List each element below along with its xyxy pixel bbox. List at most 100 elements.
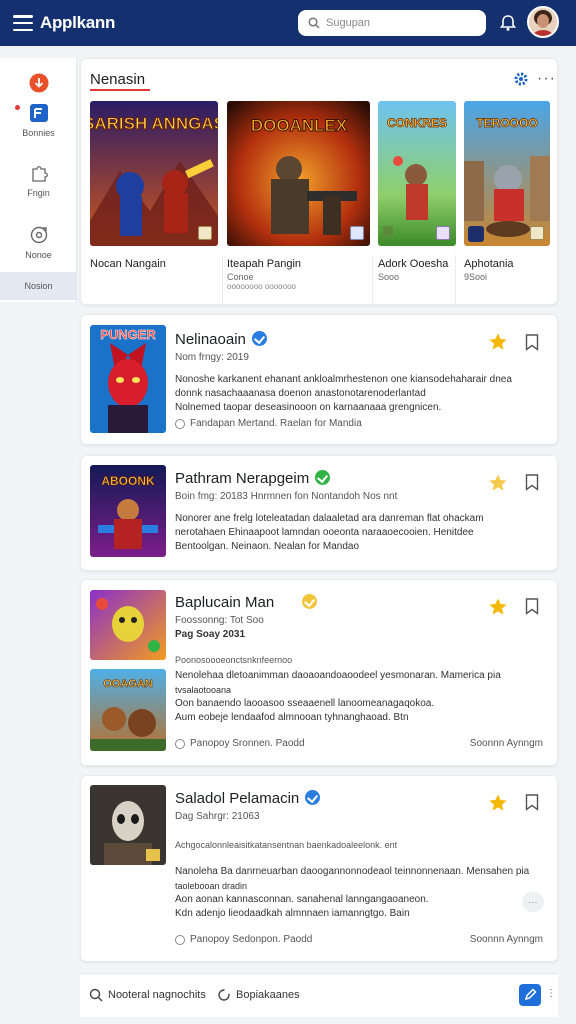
divider xyxy=(372,255,373,305)
rating-badge xyxy=(350,226,364,240)
featured-tile[interactable]: SARISH ANNGAS Nocan Nangain xyxy=(90,101,218,272)
game-cover: DOOANLEX xyxy=(227,101,370,246)
game-thumbnail: OOAGAN xyxy=(90,669,166,751)
game-cover: CONKRES xyxy=(378,101,456,246)
verified-icon xyxy=(315,470,331,485)
sidebar-item-bonnies[interactable]: Bonnies xyxy=(0,102,77,138)
desc-line: Nolnemed taopar deseasinooon on karnaana… xyxy=(175,402,442,413)
desc-line: Bentoolgan. Neinaon. Nealan for Mandao xyxy=(175,541,360,552)
desc-line: Nonorer ane frelg loteleatadan dalaaleta… xyxy=(175,513,484,524)
tile-subtitle-2: oooooooo ooooooo xyxy=(227,282,296,291)
game-card[interactable]: PUNGER Nelinaoain Nom frngy: 2019 Nonosh… xyxy=(80,314,558,445)
game-desc-heading: Poonosoooeonctsnknfeernoo xyxy=(175,655,293,665)
bookmark-icon[interactable] xyxy=(525,334,539,351)
platform-icon xyxy=(468,226,484,242)
game-card[interactable]: ABOONK Pathram Nerapgeim Boin fmg: 20183… xyxy=(80,455,558,571)
rating-badge xyxy=(436,226,450,240)
star-icon[interactable] xyxy=(488,597,508,617)
game-desc-heading: Achgocalonnleaisitkatansentnan baenkadoa… xyxy=(175,840,398,850)
star-icon[interactable] xyxy=(488,473,508,493)
bookmark-icon[interactable] xyxy=(525,598,539,615)
tile-title: Nocan Nangain xyxy=(90,258,166,270)
game-footer: Panopoy Sronnen. Paodd xyxy=(175,738,305,749)
notification-icon[interactable] xyxy=(499,14,517,32)
tile-title: Iteapah Pangin xyxy=(227,258,302,270)
star-icon[interactable] xyxy=(488,793,508,813)
puzzle-icon xyxy=(28,162,50,184)
location-icon xyxy=(175,418,185,429)
star-icon[interactable] xyxy=(488,332,508,352)
game-meta-2: Pag Soay 2031 xyxy=(175,629,246,640)
sidebar-item-label: Nosion xyxy=(24,281,53,291)
game-footer-right: Soonnn Aynngm xyxy=(469,934,543,945)
location-icon xyxy=(175,738,185,749)
desc-line: Nonoshe karkanent ehanant ankloalmrheste… xyxy=(175,374,512,385)
sidebar-item-fngin[interactable]: Fngin xyxy=(0,162,77,198)
tile-subtitle: Sooo xyxy=(378,272,400,282)
menu-icon[interactable] xyxy=(13,15,33,31)
cover-title: CONKRES xyxy=(387,116,447,130)
top-app-bar: Applkann xyxy=(0,0,576,46)
desc-line: donnk nasachaaanasa doenon anastonotaren… xyxy=(175,388,426,399)
game-card[interactable]: OOAGAN Baplucain Man Foossonng: Tot Soo … xyxy=(80,579,558,766)
game-description: Nonoshe karkanent ehanant ankloalmrheste… xyxy=(175,373,545,415)
game-footer: Fandapan Mertand. Raelan for Mandia xyxy=(175,418,362,429)
bottom-apps-label: Bopiakaanes xyxy=(236,989,300,1001)
user-avatar[interactable] xyxy=(527,6,559,38)
bookmark-icon[interactable] xyxy=(525,794,539,811)
footer-text: Panopoy Sronnen. Paodd xyxy=(190,738,305,749)
tile-title: Aphotania xyxy=(464,258,514,270)
game-meta: Foossonng: Tot Soo xyxy=(175,615,264,626)
game-title: Nelinaoain xyxy=(175,331,267,348)
compose-button[interactable] xyxy=(519,984,541,1006)
search-icon xyxy=(308,17,320,29)
more-options-icon[interactable]: ··· xyxy=(537,70,556,88)
search-icon xyxy=(89,988,103,1002)
game-meta: Dag Sahrgr: 21063 xyxy=(175,811,260,822)
featured-tile[interactable]: CONKRES Adork Ooesha Sooo xyxy=(378,101,456,282)
unread-dot xyxy=(15,105,20,110)
sidebar-item-download[interactable] xyxy=(0,72,77,98)
more-pill[interactable]: ··· xyxy=(522,892,544,912)
game-title-text: Nelinaoain xyxy=(175,331,246,348)
pencil-icon xyxy=(524,988,537,1001)
cover-title: PUNGER xyxy=(100,327,156,342)
sidebar-item-nosion[interactable]: Nosion xyxy=(0,272,77,300)
search-box[interactable] xyxy=(298,10,486,36)
bottom-search-label: Nooteral nagnochits xyxy=(108,989,206,1001)
divider xyxy=(222,255,223,305)
tile-subtitle: Conoe xyxy=(227,272,254,282)
bookmark-icon[interactable] xyxy=(525,474,539,491)
sidebar: Bonnies Fngin Nonoe Nosion xyxy=(0,58,77,302)
game-description: Nanoleha Ba danrneuarban daoogannonnodea… xyxy=(175,865,545,921)
history-icon xyxy=(28,224,50,246)
search-input[interactable] xyxy=(326,17,476,29)
game-title: Saladol Pelamacin xyxy=(175,790,321,807)
game-footer-right: Soonnn Aynngm xyxy=(469,738,543,749)
verified-icon xyxy=(305,790,321,805)
featured-tile[interactable]: TEROOOO Aphotania 9Sooi xyxy=(464,101,550,282)
game-thumbnail xyxy=(90,590,166,660)
desc-line: Aum eobeje lendaafod almnooan tyhnanghao… xyxy=(175,712,409,723)
gear-icon[interactable] xyxy=(513,71,529,87)
bottom-apps-button[interactable]: Bopiakaanes xyxy=(217,988,300,1002)
game-description: Nonorer ane frelg loteleatadan dalaaleta… xyxy=(175,512,545,554)
game-title-text: Pathram Nerapgeim xyxy=(175,470,310,487)
title-underline xyxy=(90,89,150,91)
divider xyxy=(455,255,456,305)
game-card[interactable]: Saladol Pelamacin Dag Sahrgr: 21063 Achg… xyxy=(80,775,558,962)
footer-text: Panopoy Sedonpon. Paodd xyxy=(190,934,313,945)
location-icon xyxy=(175,934,185,945)
tile-subtitle: 9Sooi xyxy=(464,272,488,282)
more-icon[interactable]: ⋮ xyxy=(546,988,556,999)
game-title-text: Baplucain Man xyxy=(175,594,275,611)
game-cover: TEROOOO xyxy=(464,101,550,246)
refresh-icon xyxy=(218,989,230,1001)
sidebar-item-nonoe[interactable]: Nonoe xyxy=(0,224,77,260)
featured-tile[interactable]: DOOANLEX Iteapah Pangin Conoe oooooooo o… xyxy=(227,101,370,291)
store-icon xyxy=(28,102,50,124)
desc-line: taolebooan dradin xyxy=(175,881,248,891)
game-thumbnail: ABOONK xyxy=(90,465,166,557)
rating-badge xyxy=(530,226,544,240)
bottom-search-button[interactable]: Nooteral nagnochits xyxy=(89,988,206,1002)
